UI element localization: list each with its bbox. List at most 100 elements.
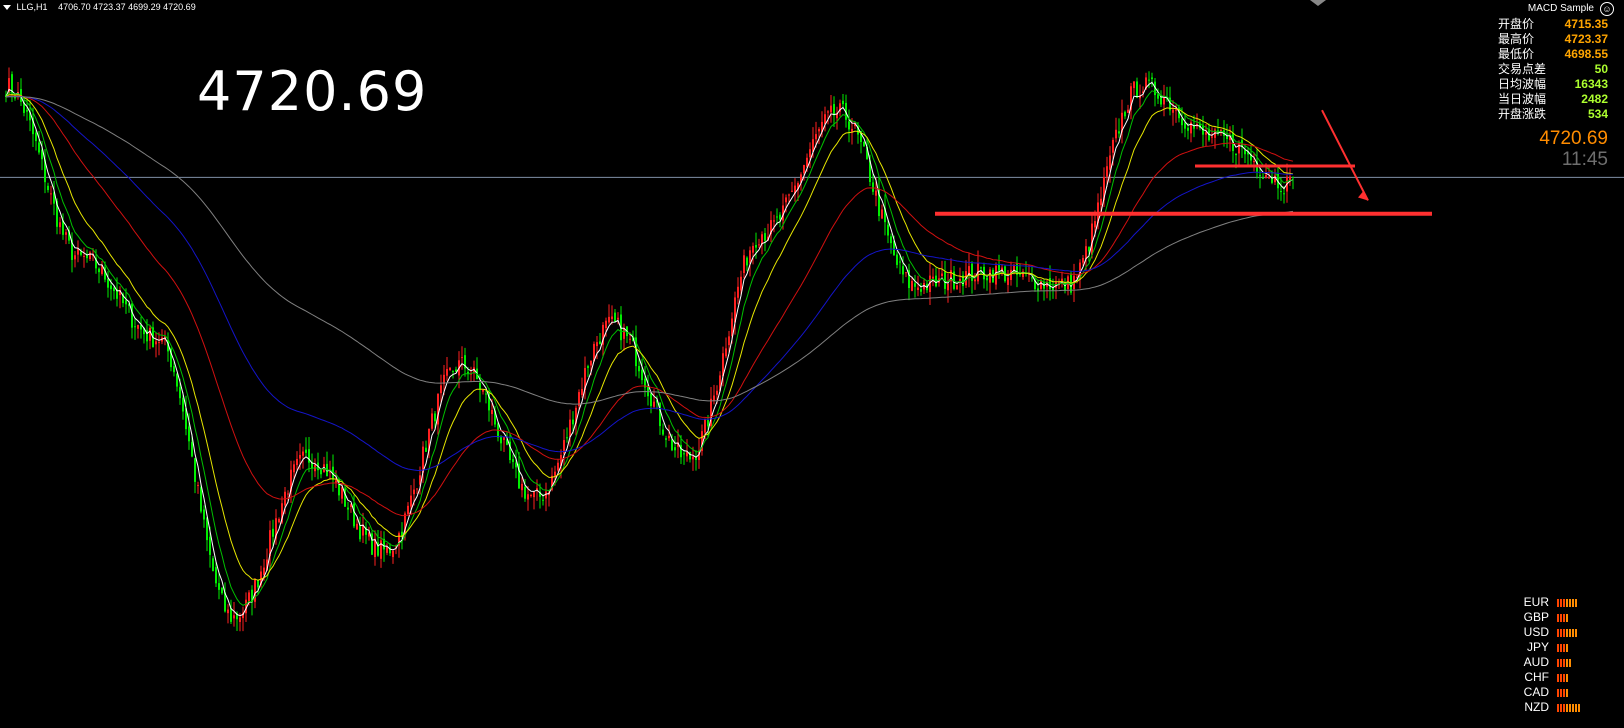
candle-body bbox=[1109, 155, 1111, 170]
candle-body bbox=[434, 413, 436, 422]
candle-body bbox=[530, 495, 532, 497]
candle-body bbox=[1280, 191, 1282, 193]
strength-bars bbox=[1557, 703, 1580, 712]
candle-body bbox=[407, 505, 409, 514]
current-price-readout: 4720.69 bbox=[1539, 128, 1608, 149]
currency-name: AUD bbox=[1523, 655, 1549, 669]
strength-bar bbox=[1557, 688, 1559, 697]
strength-bar bbox=[1563, 673, 1565, 682]
candle-body bbox=[986, 277, 988, 281]
price-annotation-text: 4720.69 bbox=[197, 60, 428, 123]
currency-strength-row: CHF bbox=[1519, 670, 1599, 685]
candle-body bbox=[1106, 166, 1108, 177]
candle-body bbox=[425, 447, 427, 452]
candle-body bbox=[1085, 246, 1087, 260]
strength-bar bbox=[1560, 673, 1562, 682]
candle-body bbox=[1064, 282, 1066, 291]
candle-body bbox=[881, 209, 883, 219]
candle-body bbox=[1262, 177, 1264, 179]
candle-body bbox=[707, 420, 709, 427]
strength-bar bbox=[1560, 658, 1562, 667]
candle-body bbox=[1157, 94, 1159, 99]
candle-body bbox=[581, 388, 583, 395]
info-value: 16343 bbox=[1574, 77, 1608, 91]
candle-body bbox=[47, 185, 49, 191]
strength-bar bbox=[1566, 613, 1568, 622]
candle-body bbox=[749, 250, 751, 264]
info-row: 最低价 4698.55 bbox=[1498, 47, 1608, 62]
candle-body bbox=[125, 300, 127, 305]
down-arrow-shaft bbox=[1321, 109, 1369, 201]
candle-body bbox=[809, 149, 811, 158]
candle-body bbox=[1118, 131, 1120, 134]
symbol-label: LLG,H1 bbox=[16, 2, 48, 12]
candle-body bbox=[674, 447, 676, 451]
candle-body bbox=[542, 499, 544, 501]
candle-body bbox=[725, 348, 727, 357]
candle-body bbox=[137, 324, 139, 329]
candle-body bbox=[461, 357, 463, 359]
expert-advisor-label[interactable]: MACD Sample bbox=[1528, 3, 1594, 14]
candle-body bbox=[1283, 193, 1285, 195]
strength-bars bbox=[1557, 658, 1571, 667]
ea-smiley-icon[interactable]: ☺ bbox=[1600, 2, 1614, 16]
strength-bar bbox=[1557, 643, 1559, 652]
candle-body bbox=[1265, 174, 1267, 178]
candle-body bbox=[851, 128, 853, 132]
info-row: 当日波幅 2482 bbox=[1498, 92, 1608, 107]
candle-body bbox=[932, 276, 934, 279]
candle-body bbox=[818, 129, 820, 132]
candle-body bbox=[1259, 175, 1261, 177]
candle-body bbox=[788, 194, 790, 196]
strength-bar bbox=[1572, 628, 1574, 637]
strength-bar bbox=[1566, 673, 1568, 682]
candle-body bbox=[110, 285, 112, 290]
info-panel: 开盘价 4715.35 最高价 4723.37 最低价 4698.55 交易点差 50 日均波幅… bbox=[1498, 17, 1608, 122]
candle-body bbox=[413, 489, 415, 495]
candle-body bbox=[302, 451, 304, 456]
candle-body bbox=[209, 536, 211, 555]
candle-body bbox=[599, 341, 601, 345]
candle-body bbox=[1082, 257, 1084, 263]
candle-body bbox=[764, 233, 766, 241]
strength-bar bbox=[1560, 703, 1562, 712]
candle-body bbox=[479, 382, 481, 390]
candle-body bbox=[1124, 111, 1126, 117]
candle-body bbox=[1184, 122, 1186, 129]
candle-body bbox=[1010, 269, 1012, 281]
candle-body bbox=[353, 503, 355, 527]
candle-body bbox=[197, 484, 199, 486]
info-label: 开盘价 bbox=[1498, 17, 1535, 31]
strength-bars bbox=[1557, 613, 1568, 622]
strength-bar bbox=[1563, 703, 1565, 712]
dropdown-triangle-icon[interactable] bbox=[3, 5, 11, 11]
ma-blue-line bbox=[5, 95, 1294, 472]
candle-body bbox=[296, 458, 298, 466]
candle-body bbox=[305, 449, 307, 453]
strength-bar bbox=[1563, 613, 1565, 622]
candle-body bbox=[341, 487, 343, 499]
candle-body bbox=[446, 369, 448, 376]
candle-body bbox=[77, 248, 79, 255]
candle-body bbox=[737, 286, 739, 298]
candle-body bbox=[1100, 198, 1102, 206]
currency-strength-row: NZD bbox=[1519, 700, 1599, 715]
strength-bars bbox=[1557, 688, 1568, 697]
candle-body bbox=[608, 316, 610, 323]
candle-body bbox=[1136, 81, 1138, 98]
candle-body bbox=[1187, 127, 1189, 131]
candle-body bbox=[1007, 277, 1009, 285]
candle-body bbox=[1244, 150, 1246, 155]
candle-body bbox=[35, 132, 37, 142]
candle-body bbox=[791, 190, 793, 192]
strength-bar bbox=[1563, 598, 1565, 607]
candle-body bbox=[752, 245, 754, 253]
currency-strength-row: CAD bbox=[1519, 685, 1599, 700]
strength-bars bbox=[1557, 598, 1577, 607]
candle-body bbox=[557, 462, 559, 471]
candle-body bbox=[641, 369, 643, 381]
candle-body bbox=[1112, 139, 1114, 153]
candle-body bbox=[623, 328, 625, 339]
candle-body bbox=[512, 459, 514, 462]
strength-bar bbox=[1569, 628, 1571, 637]
